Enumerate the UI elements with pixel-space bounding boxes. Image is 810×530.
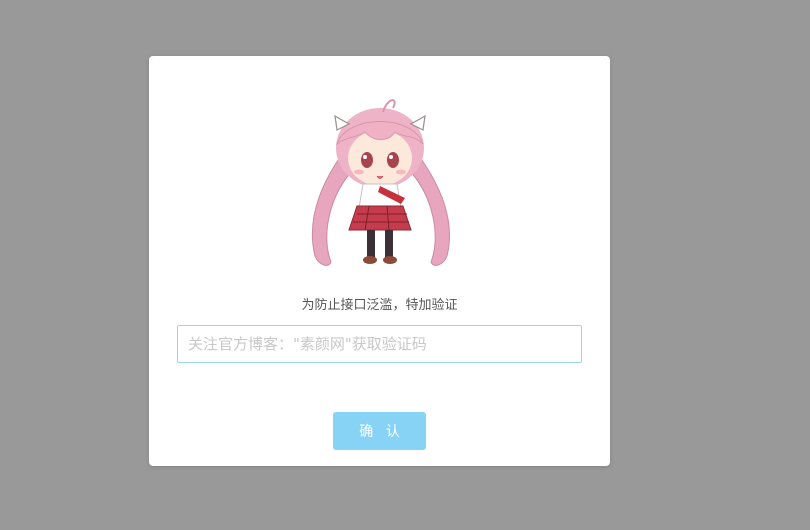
verification-prompt: 为防止接口泛滥，特加验证: [301, 298, 458, 313]
chibi-mascot-illustration: [311, 99, 450, 266]
confirm-button[interactable]: 确 认: [333, 412, 426, 450]
verification-code-input[interactable]: [177, 325, 582, 363]
verification-dialog: 为防止接口泛滥，特加验证 确 认: [149, 56, 610, 466]
modal-backdrop: 为防止接口泛滥，特加验证 确 认: [0, 0, 810, 530]
